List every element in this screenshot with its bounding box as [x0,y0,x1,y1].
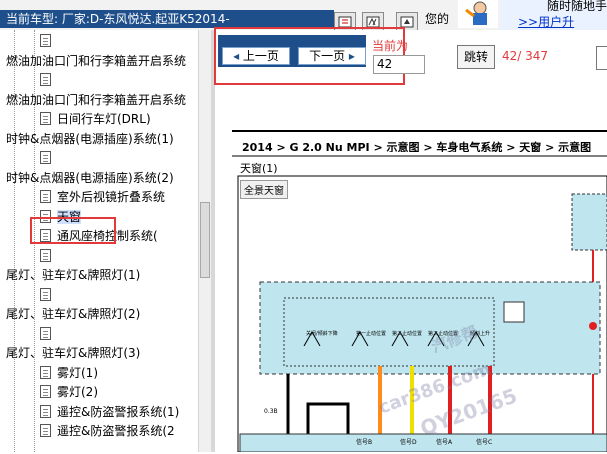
sidebar-item[interactable]: 燃油加油口门和行李箱盖开启系统 [6,91,186,109]
sidebar-item-label: 时钟&点烟器(电源插座)系统(1) [6,131,174,146]
connector-label: 信号D [400,439,417,446]
sidebar-item-label: 燃油加油口门和行李箱盖开启系统 [6,92,187,107]
sidebar-item[interactable] [40,149,57,167]
sidebar-item[interactable]: 室外后视镜折叠系统 [40,188,165,206]
document-icon [40,112,51,125]
sidebar-item-label: 室外后视镜折叠系统 [57,190,166,204]
sidebar-item[interactable]: 日间行车灯(DRL) [40,110,151,128]
sidebar-item[interactable]: 遥控&防盗警报系统(1) [40,403,179,421]
document-icon [40,326,51,340]
ad-text: 随时随地手 [547,0,607,13]
sidebar-item[interactable]: 雾灯(1) [40,364,98,382]
connector-label: 信号B [356,439,373,446]
mascot-icon [458,0,498,28]
sidebar-item[interactable]: 雾灯(2) [40,383,98,401]
sidebar-item[interactable] [40,71,57,89]
document-icon [40,385,51,398]
sidebar-item[interactable] [40,286,57,304]
document-icon [40,404,51,418]
sidebar-item-label: 遥控&防盗警报系统(1) [57,404,180,419]
sidebar-item[interactable]: 时钟&点烟器(电源插座)系统(1) [6,130,174,148]
sidebar-item-label: 雾灯(2) [57,385,98,399]
document-icon [40,424,51,437]
sidebar-item-label: 尾灯、驻车灯&牌照灯(1) [6,268,141,282]
diagram-subsection-label: 全景天窗 [240,180,288,199]
sidebar-item-label: 遥控&防盗警报系统(2 [57,424,175,438]
sidebar-item-label: 燃油加油口门和行李箱盖开启系统 [6,53,187,68]
selected-item-highlight [30,217,116,244]
sidebar-item[interactable]: 尾灯、驻车灯&牌照灯(1) [6,266,140,284]
user-upgrade-link[interactable]: >>用户升 [518,13,574,30]
diagram-section-label: 天窗(1) [240,162,278,175]
module-box-label: 第一止动位置 [356,331,387,337]
document-icon [40,151,51,164]
sidebar-item-label: 尾灯、驻车灯&牌照灯(2) [6,307,141,321]
current-page-label: 当前为 [372,39,409,53]
document-icon [40,287,51,301]
page-count: 42/ 347 [502,49,549,63]
connector-label: 信号A [436,439,453,446]
notice-text: 您的 [425,12,450,26]
page-number-input[interactable]: 42 [373,55,425,74]
sidebar-item[interactable]: 燃油加油口门和行李箱盖开启系统 [6,52,186,70]
wire-gauge-label: 0.3B [264,408,278,415]
sidebar-item[interactable]: 遥控&防盗警报系统(2 [40,422,175,440]
sidebar-item[interactable]: 尾灯、驻车灯&牌照灯(2) [6,305,140,323]
sidebar-item-label: 尾灯、驻车灯&牌照灯(3) [6,346,141,360]
sidebar-item-label: 雾灯(1) [57,365,98,380]
document-icon [40,34,51,47]
module-box-label: 关闭/倾斜下降 [306,331,338,337]
document-icon [40,73,51,86]
page-edge [596,46,607,70]
sidebar-item[interactable] [40,32,57,50]
sidebar-item[interactable]: 尾灯、驻车灯&牌照灯(3) [6,344,140,362]
document-icon [40,190,51,203]
sidebar-item[interactable] [40,247,57,265]
document-icon [40,248,51,262]
connector-label: 信号C [476,439,493,446]
diagram-drawing [232,152,607,452]
sidebar-scrollbar[interactable] [198,30,212,452]
sidebar-item-label: 时钟&点烟器(电源插座)系统(2) [6,170,174,185]
vehicle-title: 当前车型: 厂家:D-东风悦达.起亚K52014- [0,10,334,28]
jump-button[interactable]: 跳转 [457,45,495,69]
module-box-label: 第二止动位置 [392,331,423,337]
fuse-panel [571,193,607,251]
sidebar-item[interactable] [40,325,57,343]
scroll-thumb[interactable] [200,202,210,278]
sunroof-module [259,281,601,375]
document-icon [40,365,51,379]
sidebar-item[interactable]: 时钟&点烟器(电源插座)系统(2) [6,169,174,187]
sidebar-item-label: 日间行车灯(DRL) [57,112,151,126]
